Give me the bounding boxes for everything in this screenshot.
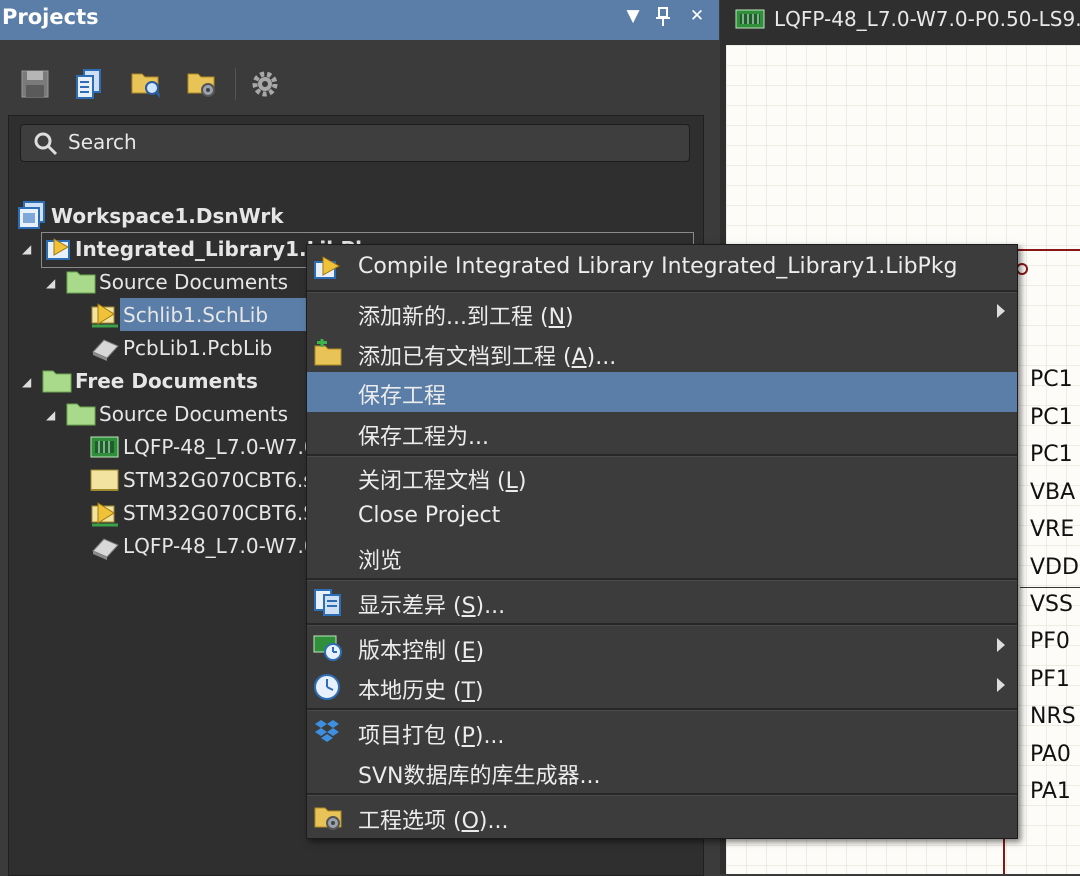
close-button[interactable]: ✕ [686,6,708,26]
library-package-icon [46,238,70,260]
tree-free-item[interactable]: STM32G070CBT6.S [123,501,316,525]
pin-label: PA0 [1030,742,1071,767]
diff-icon [314,589,341,616]
menu-item-add-new[interactable]: 添加新的...到工程 (N) [307,293,1017,333]
panel-toolbar [0,40,719,115]
menu-label: 添加新的...到工程 (N) [358,305,574,330]
pin-label: PC1 [1030,367,1073,392]
schlib-icon [91,303,118,328]
pin-label: VDD [1030,555,1079,580]
tree-workspace[interactable]: Workspace1.DsnWrk [51,204,284,228]
panel-header [0,0,719,40]
menu-separator [307,793,1017,796]
folder-icon [42,370,72,393]
pin-label: VSS [1030,592,1073,617]
pin-divider [1020,587,1080,588]
menu-item-version-control[interactable]: 版本控制 (E) [307,627,1017,667]
submenu-arrow-icon [997,304,1005,318]
menu-item-project-package[interactable]: 项目打包 (P)... [307,712,1017,752]
tree-schlib[interactable]: Schlib1.SchLib [123,303,268,327]
gear-icon[interactable] [250,68,280,100]
version-control-icon [313,635,342,661]
context-menu: Compile Integrated Library Integrated_Li… [306,244,1018,839]
menu-label: 工程选项 (O)... [358,809,509,834]
tree-free-item[interactable]: LQFP-48_L7.0-W7.0 [123,435,317,459]
menu-item-save-project[interactable]: 保存工程 [307,372,1017,412]
schlib-icon [91,502,118,527]
copy-docs-icon[interactable] [74,68,104,100]
folder-icon [66,271,96,294]
compile-icon [314,256,341,279]
tree-free-documents[interactable]: Free Documents [75,369,258,393]
menu-label: 版本控制 (E) [358,639,485,664]
tree-free-item[interactable]: LQFP-48_L7.0-W7.0 [123,534,317,558]
clock-icon [314,674,340,700]
collapse-arrow-icon[interactable]: ◢ [22,375,31,389]
tree-free-item[interactable]: STM32G070CBT6.s [123,468,314,492]
save-icon[interactable] [20,68,50,100]
menu-item-add-existing[interactable]: 添加已有文档到工程 (A)... [307,333,1017,373]
menu-label: 保存工程 [358,384,447,409]
add-folder-icon [314,339,342,366]
pin-label: PA1 [1030,779,1071,804]
menu-item-project-options[interactable]: 工程选项 (O)... [307,797,1017,837]
pin-label: PF1 [1030,667,1070,692]
folder-settings-icon [314,807,342,830]
pin-label: PF0 [1030,629,1070,654]
menu-item-svn-generator[interactable]: SVN数据库的库生成器... [307,752,1017,792]
editor-tab-label[interactable]: LQFP-48_L7.0-W7.0-P0.50-LS9.0 [774,7,1080,31]
find-folder-icon[interactable] [130,68,160,100]
menu-separator [307,623,1017,626]
menu-label: Close Project [358,503,501,528]
pcb-doc-icon [90,436,119,458]
pin-label: PC1 [1030,405,1073,430]
menu-item-close-docs[interactable]: 关闭工程文档 (L) [307,457,1017,497]
panel-menu-button[interactable]: ▼ [622,6,644,26]
workspace-icon [18,201,45,229]
toolbar-divider [235,68,236,100]
collapse-arrow-icon[interactable]: ◢ [46,276,55,290]
pcb-footprint-icon [735,9,765,29]
pin-label: PC1 [1030,442,1073,467]
menu-item-close-project[interactable]: Close Project [307,497,1017,537]
menu-separator [307,708,1017,711]
pcblib-icon [92,538,119,560]
menu-label: 本地历史 (T) [358,679,484,704]
panel-title: Projects [2,5,99,29]
menu-label: 保存工程为... [358,425,489,450]
menu-item-browse[interactable]: 浏览 [307,537,1017,577]
search-placeholder: Search [68,130,137,154]
menu-label: 显示差异 (S)... [358,594,506,619]
submenu-arrow-icon [997,638,1005,652]
package-icon [315,720,339,742]
pin-label: VBA [1030,480,1076,505]
menu-item-compile[interactable]: Compile Integrated Library Integrated_Li… [307,248,1017,288]
schematic-doc-icon [90,469,119,491]
menu-separator [307,578,1017,581]
menu-label: 项目打包 (P)... [358,724,505,749]
menu-item-save-project-as[interactable]: 保存工程为... [307,413,1017,453]
pin-label: VRE [1030,517,1075,542]
search-icon [34,132,58,156]
submenu-arrow-icon [997,678,1005,692]
pcblib-icon [92,339,119,361]
collapse-arrow-icon[interactable]: ◢ [46,408,55,422]
pin-icon[interactable] [652,6,674,32]
pin-label: NRS [1030,704,1076,729]
menu-item-show-diff[interactable]: 显示差异 (S)... [307,582,1017,622]
tree-pcblib[interactable]: PcbLib1.PcbLib [123,336,272,360]
menu-label: Compile Integrated Library Integrated_Li… [358,254,958,279]
tree-source-documents[interactable]: Source Documents [99,270,288,294]
menu-label: 浏览 [358,549,403,574]
menu-label: SVN数据库的库生成器... [358,764,601,789]
collapse-arrow-icon[interactable]: ◢ [22,242,31,256]
folder-icon [66,403,96,426]
menu-label: 添加已有文档到工程 (A)... [358,345,617,370]
menu-label: 关闭工程文档 (L) [358,469,527,494]
folder-settings-icon[interactable] [186,68,216,100]
tree-free-source-documents[interactable]: Source Documents [99,402,288,426]
menu-item-local-history[interactable]: 本地历史 (T) [307,667,1017,707]
